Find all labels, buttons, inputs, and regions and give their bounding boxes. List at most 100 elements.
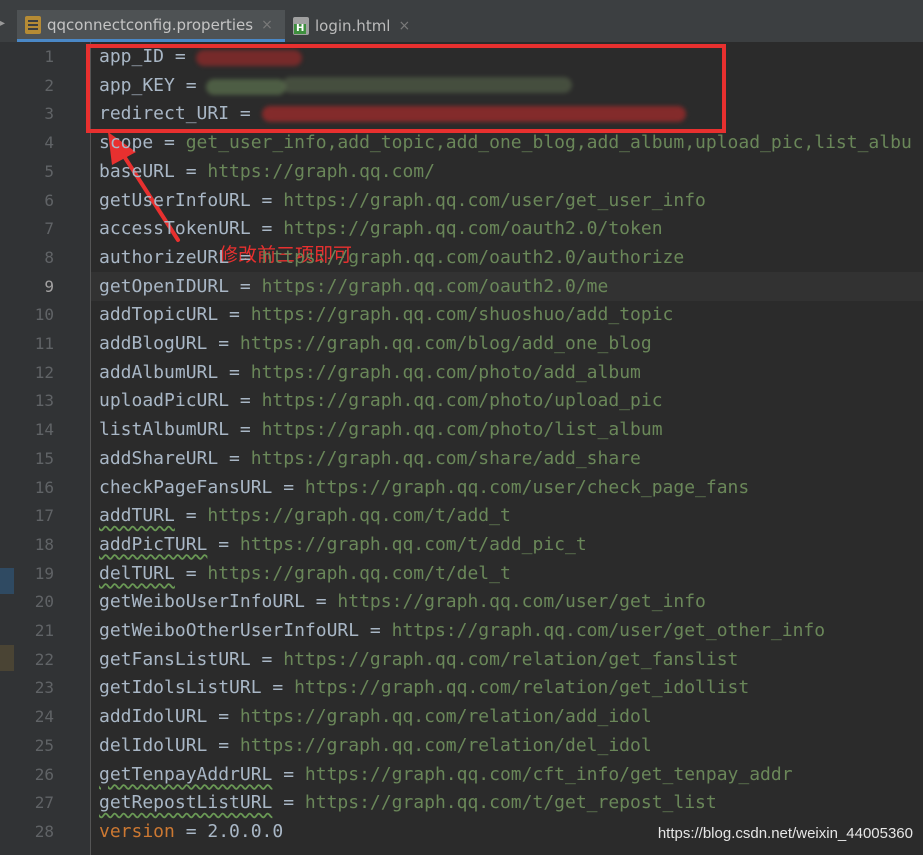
close-icon[interactable]: × (261, 17, 273, 33)
line-number: 7 (44, 219, 54, 239)
tab-label: qqconnectconfig.properties (47, 15, 254, 34)
property-key: addTopicURL (99, 304, 219, 326)
equals-sign: = (207, 734, 240, 756)
property-value: https://graph.qq.com/relation/get_fansli… (283, 648, 739, 670)
scroll-marker (0, 645, 14, 671)
code-line[interactable]: app_KEY = (99, 71, 207, 100)
line-number: 24 (34, 707, 54, 727)
line-number: 17 (34, 506, 54, 526)
property-key: delIdolURL (99, 734, 208, 756)
code-line[interactable]: getIdolsListURL = https://graph.qq.com/r… (99, 673, 749, 702)
code-line[interactable]: addPicTURL = https://graph.qq.com/t/add_… (99, 530, 587, 559)
property-value: https://graph.qq.com/oauth2.0/authorize (261, 246, 685, 268)
scroll-marker (0, 568, 14, 594)
code-line[interactable]: getOpenIDURL = https://graph.qq.com/oaut… (99, 272, 608, 301)
code-line[interactable]: delTURL = https://graph.qq.com/t/del_t (99, 559, 511, 588)
code-line[interactable]: app_ID = (99, 42, 197, 71)
code-line[interactable]: checkPageFansURL = https://graph.qq.com/… (99, 473, 749, 502)
code-line[interactable]: redirect_URI = (99, 99, 262, 128)
property-value: https://graph.qq.com/user/get_other_info (391, 620, 826, 641)
property-value: get_user_info,add_topic,add_one_blog,add… (185, 132, 912, 154)
equals-sign: = (250, 218, 284, 240)
line-number: 5 (44, 161, 54, 181)
property-key: redirect_URI (99, 103, 230, 125)
tab-scroll-arrow-icon[interactable]: ▸ (0, 18, 5, 29)
code-line[interactable]: authorizeURL = https://graph.qq.com/oaut… (99, 243, 684, 272)
properties-file-icon (25, 15, 41, 34)
code-line[interactable]: listAlbumURL = https://graph.qq.com/phot… (99, 415, 663, 444)
editor-tab-bar: ▸ qqconnectconfig.properties × H login.h… (0, 0, 923, 43)
equals-sign: = (218, 361, 251, 383)
line-number: 12 (34, 362, 54, 382)
property-key: getUserInfoURL (99, 189, 251, 211)
property-value: https://graph.qq.com/photo/upload_pic (261, 390, 663, 412)
equals-sign: = (218, 304, 251, 326)
code-line[interactable]: getTenpayAddrURL = https://graph.qq.com/… (99, 760, 793, 789)
property-key: addTURL (99, 505, 175, 527)
property-key: getWeiboUserInfoURL (99, 591, 305, 613)
equals-sign: = (250, 648, 284, 670)
code-line[interactable]: delIdolURL = https://graph.qq.com/relati… (99, 731, 652, 760)
property-key: getRepostListURL (99, 792, 273, 814)
equals-sign: = (272, 763, 305, 785)
property-key: getWeiboOtherUserInfoURL (99, 620, 360, 641)
equals-sign: = (218, 447, 251, 469)
line-number: 19 (34, 563, 54, 583)
property-value: https://graph.qq.com/oauth2.0/token (283, 218, 663, 240)
equals-sign: = (207, 533, 240, 555)
equals-sign: = (261, 677, 295, 699)
equals-sign: = (359, 620, 392, 641)
tab-login-html[interactable]: H login.html × (287, 10, 423, 42)
equals-sign: = (229, 390, 262, 412)
property-key: addBlogURL (99, 333, 208, 354)
tab-label: login.html (315, 17, 391, 35)
equals-sign: = (229, 275, 262, 297)
equals-sign: = (207, 333, 240, 354)
code-line[interactable]: addIdolURL = https://graph.qq.com/relati… (99, 702, 652, 731)
equals-sign: = (229, 419, 262, 441)
code-line[interactable]: baseURL = https://graph.qq.com/ (99, 157, 435, 186)
property-key: scope (99, 132, 154, 154)
property-value: https://graph.qq.com/blog/add_one_blog (239, 333, 652, 354)
close-icon[interactable]: × (398, 18, 410, 34)
code-line[interactable]: getWeiboUserInfoURL = https://graph.qq.c… (99, 587, 706, 616)
property-key: baseURL (99, 160, 175, 182)
code-line[interactable]: getRepostListURL = https://graph.qq.com/… (99, 788, 717, 817)
code-line[interactable]: addTURL = https://graph.qq.com/t/add_t (99, 501, 511, 530)
property-key: authorizeURL (99, 246, 230, 268)
code-line[interactable]: addAlbumURL = https://graph.qq.com/photo… (99, 358, 641, 387)
property-value: https://graph.qq.com/relation/del_idol (239, 734, 652, 756)
code-line[interactable]: addShareURL = https://graph.qq.com/share… (99, 444, 641, 473)
property-key: getTenpayAddrURL (99, 763, 273, 785)
code-line[interactable]: getFansListURL = https://graph.qq.com/re… (99, 645, 738, 674)
code-line[interactable]: accessTokenURL = https://graph.qq.com/oa… (99, 214, 663, 243)
property-key: app_ID (99, 46, 165, 67)
code-line[interactable]: version = 2.0.0.0 (99, 817, 283, 846)
line-number: 27 (34, 793, 54, 813)
property-value: https://graph.qq.com/ (207, 160, 435, 182)
code-line[interactable]: getWeiboOtherUserInfoURL = https://graph… (99, 616, 825, 645)
property-key: uploadPicURL (99, 390, 230, 412)
equals-sign: = (174, 505, 208, 527)
code-line[interactable]: addBlogURL = https://graph.qq.com/blog/a… (99, 329, 652, 358)
line-number: 16 (34, 477, 54, 497)
equals-sign: = (164, 46, 197, 67)
equals-sign: = (272, 476, 305, 498)
tab-qqconnectconfig[interactable]: qqconnectconfig.properties × (17, 10, 285, 42)
property-key: app_KEY (99, 74, 175, 96)
property-value: https://graph.qq.com/share/add_share (250, 447, 641, 469)
line-number: 10 (34, 305, 54, 325)
equals-sign: = (174, 820, 208, 842)
equals-sign: = (250, 189, 284, 211)
property-key: addAlbumURL (99, 361, 219, 383)
equals-sign: = (207, 706, 240, 728)
line-number: 18 (34, 534, 54, 554)
code-line[interactable]: addTopicURL = https://graph.qq.com/shuos… (99, 300, 673, 329)
equals-sign: = (304, 591, 338, 613)
line-number: 1 (44, 47, 54, 66)
code-line[interactable]: uploadPicURL = https://graph.qq.com/phot… (99, 386, 663, 415)
code-line[interactable]: getUserInfoURL = https://graph.qq.com/us… (99, 186, 706, 215)
line-number: 2 (44, 75, 54, 95)
code-line[interactable]: scope = get_user_info,add_topic,add_one_… (99, 128, 912, 157)
equals-sign: = (229, 246, 262, 268)
